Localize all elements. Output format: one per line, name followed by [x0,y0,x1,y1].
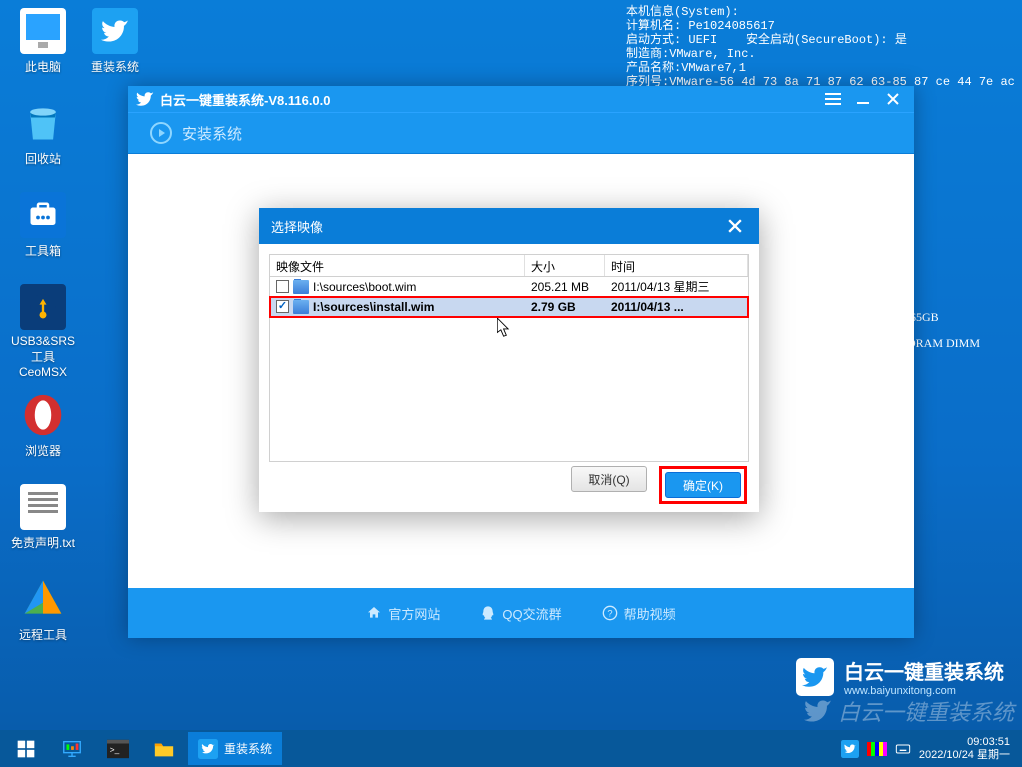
tray-color-icon[interactable] [867,742,887,756]
taskbar-icon-explorer[interactable] [142,732,186,765]
txt-file-icon [20,484,66,530]
row-checkbox[interactable] [276,300,289,313]
app-title: 白云一键重装系统-V8.116.0.0 [160,90,816,109]
app-close-button[interactable] [880,89,906,109]
desktop-icon-toolbox[interactable]: 工具箱 [8,192,78,259]
svg-text:?: ? [607,608,612,618]
usb-icon [20,284,66,330]
table-row[interactable]: I:\sources\boot.wim 205.21 MB 2011/04/13… [270,277,748,297]
image-table: 映像文件 大小 时间 I:\sources\boot.wim 205.21 MB… [269,254,749,462]
icon-label: 工具箱 [8,242,78,259]
taskbar-icon-monitor[interactable] [50,732,94,765]
remote-icon [20,576,66,622]
icon-label: 回收站 [8,150,78,167]
file-path: I:\sources\boot.wim [313,280,416,294]
dialog-close-button[interactable] [723,214,747,238]
taskbar: >_ 重装系统 09:03:51 2022/10/24 星期一 [0,730,1022,767]
brand-logo: 白云一键重装系统 www.baiyunxitong.com [796,656,1004,697]
folder-icon [293,300,309,314]
file-size: 205.21 MB [525,279,605,295]
icon-label: 此电脑 [8,58,78,75]
watermark: 白云一键重装系统 [804,695,1014,727]
taskbar-active-app[interactable]: 重装系统 [188,732,282,765]
folder-icon [293,280,309,294]
table-header: 映像文件 大小 时间 [270,255,748,277]
icon-label: 重装系统 [80,58,150,75]
app-tab-install[interactable]: 安装系统 [128,112,914,154]
system-tray: 09:03:51 2022/10/24 星期一 [841,736,1018,762]
toolbox-icon [20,192,66,238]
tray-keyboard-icon[interactable] [895,741,911,757]
file-time: 2011/04/13 ... [605,299,748,315]
col-time[interactable]: 时间 [605,255,748,276]
desktop-icon-disclaimer[interactable]: 免责声明.txt [8,484,78,551]
app-titlebar[interactable]: 白云一键重装系统-V8.116.0.0 [128,86,914,112]
ok-button[interactable]: 确定(K) [665,472,741,498]
taskbar-icon-terminal[interactable]: >_ [96,732,140,765]
sysinfo-extra: 65GB [910,310,939,325]
bird-icon [198,739,218,759]
dialog-titlebar[interactable]: 选择映像 [259,208,759,244]
desktop-icon-remote[interactable]: 远程工具 [8,576,78,643]
app-bird-icon [136,90,154,108]
select-image-dialog: 选择映像 映像文件 大小 时间 I:\sources\boot.wim 205.… [259,208,759,512]
footer-link-qq[interactable]: QQ交流群 [480,604,561,623]
desktop-icon-usb[interactable]: USB3&SRS 工具CeoMSX [8,284,78,379]
play-icon [150,122,172,144]
cancel-button[interactable]: 取消(Q) [571,466,647,492]
file-path: I:\sources\install.wim [313,300,434,314]
desktop-icon-this-pc[interactable]: 此电脑 [8,8,78,75]
icon-label: USB3&SRS 工具CeoMSX [8,334,78,379]
start-button[interactable] [4,732,48,765]
dialog-title: 选择映像 [271,217,723,236]
app-footer: 官方网站 QQ交流群 ?帮助视频 [128,588,914,638]
recycle-bin-icon [20,100,66,146]
col-file[interactable]: 映像文件 [270,255,525,276]
icon-label: 免责声明.txt [8,534,78,551]
icon-label: 远程工具 [8,626,78,643]
taskbar-clock[interactable]: 09:03:51 2022/10/24 星期一 [919,736,1010,762]
system-info: 本机信息(System): 计算机名: Pe1024085617 启动方式: U… [626,5,1022,89]
row-checkbox[interactable] [276,280,289,293]
icon-label: 浏览器 [8,442,78,459]
app-minimize-button[interactable] [850,89,876,109]
file-size: 2.79 GB [525,299,605,315]
footer-link-help[interactable]: ?帮助视频 [602,604,676,623]
brand-bird-icon [796,658,834,696]
footer-link-website[interactable]: 官方网站 [366,604,440,623]
col-size[interactable]: 大小 [525,255,605,276]
desktop-icon-reinstall[interactable]: 重装系统 [80,8,150,75]
opera-icon [20,392,66,438]
clock-time: 09:03:51 [919,736,1010,749]
svg-text:>_: >_ [110,745,120,754]
dialog-footer: 取消(Q) 确定(K) [571,466,747,504]
brand-title: 白云一键重装系统 [844,656,1004,685]
pc-icon [20,8,66,54]
bird-icon [92,8,138,54]
desktop-icon-browser[interactable]: 浏览器 [8,392,78,459]
tab-label: 安装系统 [182,123,242,144]
tray-bird-icon[interactable] [841,740,859,758]
file-time: 2011/04/13 星期三 [605,277,748,296]
app-menu-button[interactable] [820,89,846,109]
desktop-icon-recycle[interactable]: 回收站 [8,100,78,167]
table-row-selected[interactable]: I:\sources\install.wim 2.79 GB 2011/04/1… [270,297,748,317]
clock-date: 2022/10/24 星期一 [919,749,1010,762]
taskbar-active-label: 重装系统 [224,740,272,757]
